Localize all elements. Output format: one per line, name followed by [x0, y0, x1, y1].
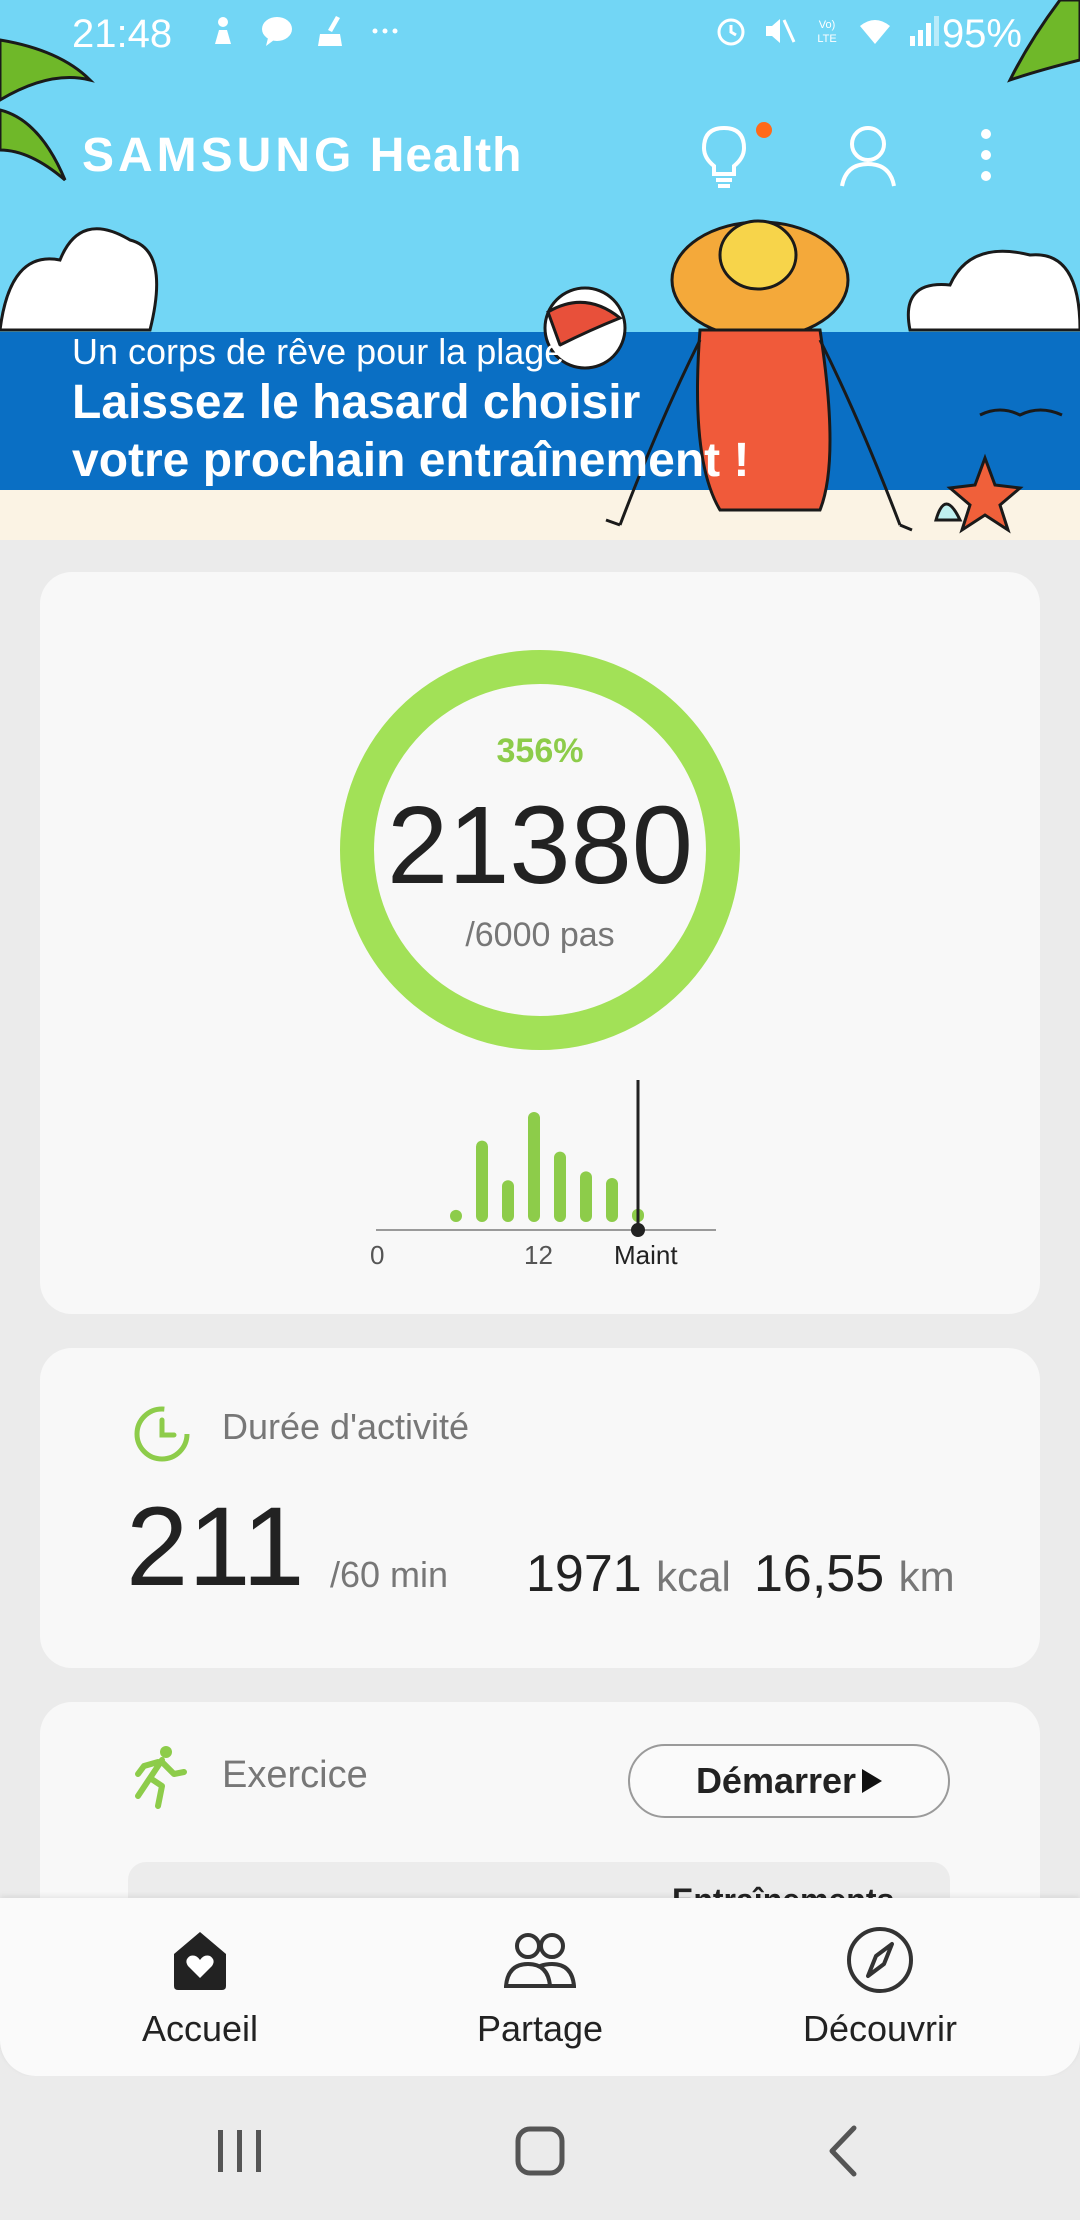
nav-home[interactable]: Accueil — [20, 1898, 380, 2076]
notification-dot — [756, 122, 772, 138]
calories-value: 1971 — [526, 1545, 642, 1603]
banner-subtitle: Un corps de rêve pour la plage : — [72, 331, 585, 372]
activity-goal: /60 min — [330, 1554, 449, 1595]
activity-card[interactable]: Durée d'activité 211 /60 min 1971 kcal 1… — [40, 1348, 1040, 1668]
app-logo: SAMSUNG Health — [82, 129, 523, 182]
steps-card[interactable]: 356% 21380 /6000 pas 0 12 Maint — [40, 572, 1040, 1314]
mute-icon — [766, 19, 796, 43]
distance-value: 16,55 — [754, 1545, 885, 1603]
steps-count: 21380 — [387, 784, 693, 907]
distance-stat: 16,55 km — [754, 1544, 955, 1604]
hour-bar — [580, 1171, 592, 1222]
hour-bar — [502, 1180, 514, 1222]
svg-text:Vo): Vo) — [819, 19, 836, 31]
hour-bar — [476, 1140, 488, 1222]
chart-label-start: 0 — [370, 1240, 385, 1270]
banner-text: Un corps de rêve pour la plage : Laissez… — [72, 330, 749, 490]
hour-bar — [606, 1178, 618, 1222]
home-button-icon[interactable] — [500, 2116, 580, 2186]
child-icon — [215, 17, 231, 44]
people-icon — [504, 1933, 576, 1988]
chart-label-noon: 12 — [524, 1240, 553, 1270]
lightbulb-icon[interactable] — [692, 120, 756, 190]
banner-title-line2: votre prochain entraînement ! — [72, 434, 750, 487]
profile-icon[interactable] — [836, 120, 900, 190]
alarm-icon — [717, 18, 745, 46]
signal-icon — [910, 16, 939, 46]
hero-banner[interactable]: 21:48 Vo) LTE 95% SAMSUNG Health Un corp… — [0, 0, 1080, 540]
calories-stat: 1971 kcal — [526, 1544, 731, 1604]
cleaner-icon — [318, 16, 342, 46]
home-heart-icon — [174, 1932, 226, 1990]
running-person-icon — [135, 1746, 187, 1809]
activity-minutes: 211 — [126, 1484, 305, 1609]
steps-percent: 356% — [496, 732, 584, 770]
steps-goal: /6000 pas — [465, 916, 615, 954]
banner-title-line1: Laissez le hasard choisir — [72, 376, 641, 429]
chat-bubble-icon — [262, 17, 292, 46]
system-navigation-bar — [0, 2076, 1080, 2220]
nav-discover[interactable]: Découvrir — [700, 1898, 1060, 2076]
status-bar: 21:48 Vo) LTE 95% — [0, 0, 1080, 72]
system-status-icons: Vo) LTE — [714, 14, 940, 48]
distance-unit: km — [898, 1553, 955, 1600]
hour-bar — [528, 1112, 540, 1222]
wifi-icon — [860, 20, 890, 44]
app-header: SAMSUNG Health — [0, 110, 1080, 200]
activity-title: Durée d'activité — [222, 1406, 469, 1447]
nav-discover-label: Découvrir — [802, 2008, 958, 2049]
activity-timer-icon — [134, 1406, 190, 1462]
calories-unit: kcal — [656, 1553, 731, 1600]
recent-apps-icon[interactable] — [200, 2116, 280, 2186]
svg-text:LTE: LTE — [817, 33, 836, 45]
notification-icons — [206, 14, 402, 48]
compass-icon — [847, 1927, 913, 1993]
exercise-title: Exercice — [222, 1754, 368, 1796]
start-exercise-button[interactable]: Démarrer — [628, 1744, 950, 1818]
chart-label-now: Maint — [614, 1240, 678, 1270]
hour-bar — [554, 1151, 566, 1222]
now-indicator-dot — [631, 1223, 645, 1237]
more-options-icon[interactable] — [966, 120, 1006, 190]
nav-share[interactable]: Partage — [360, 1898, 720, 2076]
volte-icon: Vo) LTE — [817, 19, 836, 45]
more-dots-icon — [372, 28, 398, 34]
status-time: 21:48 — [72, 12, 173, 56]
bottom-navigation: Accueil Partage Découvrir — [0, 1898, 1080, 2076]
start-exercise-label: Démarrer — [695, 1760, 857, 1801]
nav-home-label: Accueil — [141, 2008, 259, 2049]
battery-percent: 95% — [941, 12, 1022, 56]
steps-hourly-chart — [376, 1080, 716, 1237]
nav-share-label: Partage — [476, 2008, 604, 2049]
hour-bar — [450, 1209, 462, 1222]
back-icon[interactable] — [804, 2116, 884, 2186]
play-icon — [862, 1769, 883, 1793]
